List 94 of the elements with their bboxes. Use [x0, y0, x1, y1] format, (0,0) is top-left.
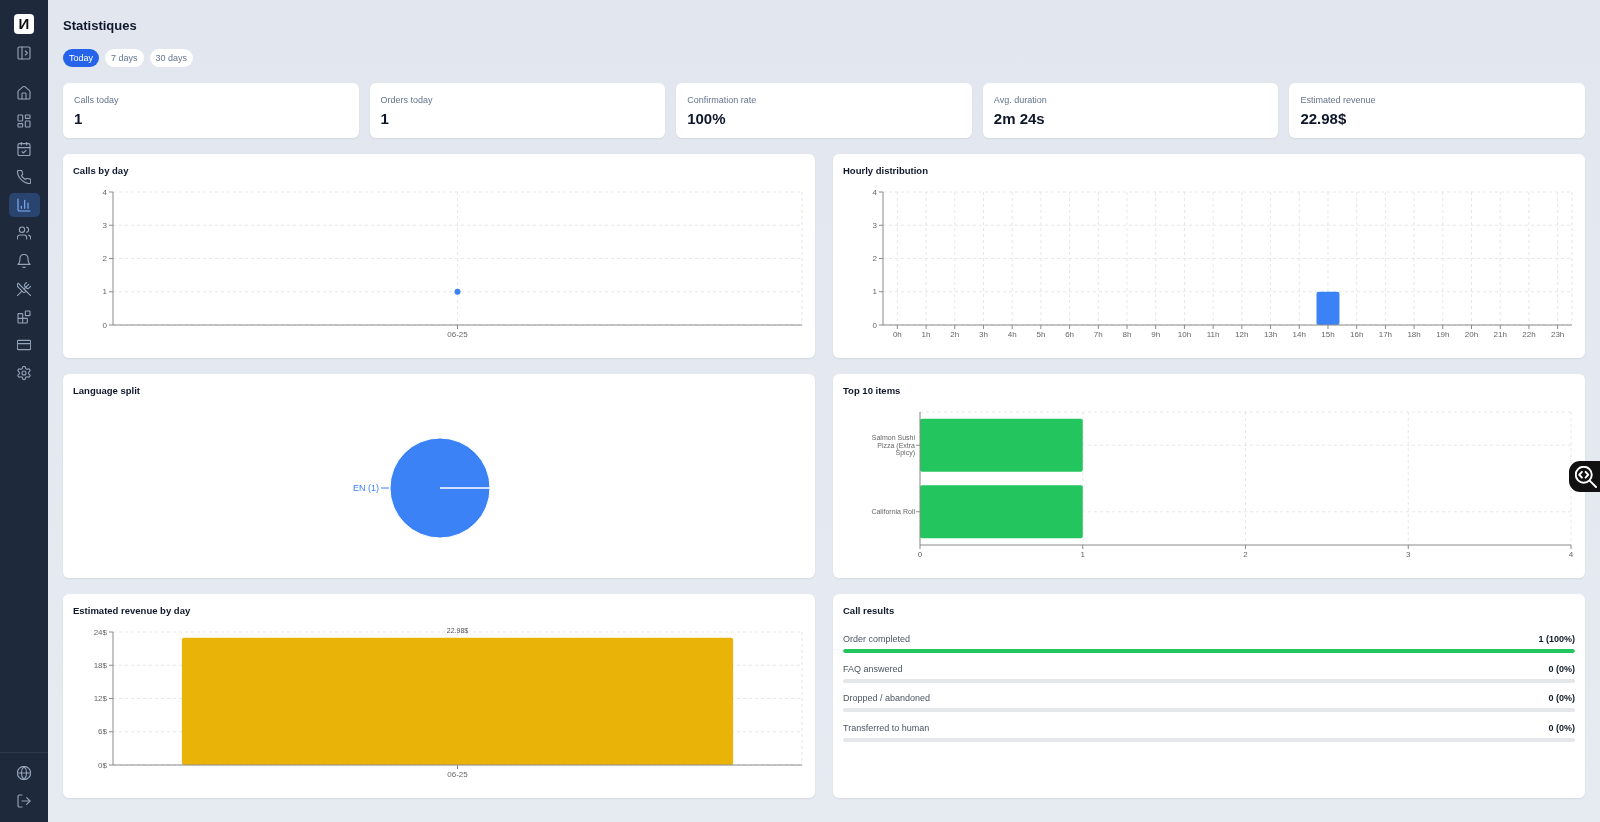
- result-label: Dropped / abandoned: [843, 693, 931, 704]
- axis-tick-label: 2h: [950, 329, 960, 339]
- sidebar-nav-button[interactable]: [8, 193, 40, 217]
- bar-chart-icon: [17, 198, 31, 212]
- panel-title: Estimated revenue by day: [73, 604, 191, 618]
- period-tab[interactable]: 7 days: [105, 49, 144, 67]
- result-label: Order completed: [843, 634, 911, 644]
- slice-label: EN (1): [353, 483, 379, 493]
- axis-tick-label: 3: [102, 220, 107, 230]
- axis-tick-label: 1: [1080, 549, 1085, 559]
- axis-tick-label: 24$: [93, 627, 107, 637]
- calendar-check-icon: [17, 142, 31, 156]
- stat-value: 1: [74, 109, 83, 128]
- dashboard-grid-icon: [17, 114, 31, 128]
- axis-tick-label: 16h: [1350, 329, 1364, 339]
- axis-tick-label: 6$: [98, 727, 107, 737]
- axis-tick-label: 2: [102, 254, 107, 263]
- phone-icon: [17, 170, 31, 184]
- axis-tick-label: 3: [1406, 549, 1411, 559]
- globe-icon: [17, 766, 31, 780]
- page-title: Statistiques: [63, 17, 137, 35]
- axis-tick-label: 21h: [1493, 329, 1507, 339]
- axis-tick-label: 7h: [1093, 329, 1103, 339]
- credit-card-icon: [17, 338, 31, 352]
- blocks-icon: [17, 310, 31, 324]
- axis-tick-label: 12h: [1235, 329, 1249, 339]
- users-icon: [17, 226, 31, 240]
- axis-tick-label: 0: [872, 320, 877, 330]
- result-value: 0 (0%): [1548, 722, 1575, 733]
- axis-tick-label: 18h: [1407, 329, 1421, 339]
- axis-tick-label: 22h: [1522, 329, 1536, 339]
- axis-tick-label: 5h: [1036, 329, 1046, 339]
- result-label: Transferred to human: [843, 722, 930, 733]
- axis-tick-label: 4: [1568, 549, 1574, 559]
- axis-tick-label: 4: [872, 187, 877, 197]
- stat-value: 1: [380, 109, 389, 128]
- axis-tick-label: 23h: [1550, 329, 1565, 339]
- panel-title: Top 10 items: [843, 384, 901, 398]
- axis-tick-label: 19h: [1436, 329, 1450, 339]
- stat-value: 22.98$: [1300, 109, 1347, 128]
- axis-tick-label: 0h: [892, 329, 902, 339]
- axis-tick-label: 17h: [1378, 329, 1393, 339]
- axis-tick-label: 20h: [1464, 329, 1479, 339]
- floating-inspect-button[interactable]: [1569, 461, 1600, 492]
- axis-tick-label: 14h: [1292, 329, 1306, 339]
- axis-tick-label: 18$: [93, 660, 107, 670]
- axis-tick-label: 9h: [1151, 329, 1161, 339]
- axis-tick-label: 2: [872, 254, 877, 263]
- axis-tick-label: 15h: [1321, 329, 1335, 339]
- axis-tick-label: 11h: [1206, 329, 1220, 339]
- axis-tick-label: 0: [917, 549, 923, 559]
- panel-title: Calls by day: [73, 164, 129, 178]
- panel-title: Call results: [843, 604, 895, 618]
- axis-tick-label: 10h: [1177, 329, 1192, 339]
- leader-line: [380, 487, 390, 489]
- result-value: 0 (0%): [1548, 693, 1575, 704]
- code-search-icon: [1575, 465, 1597, 488]
- axis-tick-label: 3: [872, 220, 877, 230]
- bell-icon: [17, 254, 31, 268]
- result-value: 1 (100%): [1538, 634, 1575, 644]
- axis-tick-label: 0$: [98, 760, 107, 770]
- stat-value: 100%: [687, 109, 726, 128]
- axis-tick-label: 13h: [1263, 329, 1278, 339]
- stat-label: Estimated revenue: [1300, 94, 1376, 106]
- axis-tick-label: 1: [872, 287, 877, 297]
- stat-label: Avg. duration: [993, 94, 1047, 106]
- stat-label: Confirmation rate: [687, 94, 757, 106]
- axis-tick-label: 1h: [921, 329, 931, 339]
- result-label: FAQ answered: [843, 663, 903, 674]
- axis-tick-label: 4: [102, 187, 107, 197]
- axis-tick-label: 6h: [1065, 329, 1075, 339]
- period-tab[interactable]: Today: [63, 49, 100, 67]
- crossed-utensils-icon: [17, 282, 31, 296]
- home-icon: [17, 86, 31, 100]
- period-tab[interactable]: 30 days: [149, 49, 194, 67]
- axis-tick-label: 12$: [93, 694, 107, 703]
- axis-tick-label: 06-25: [447, 769, 468, 779]
- axis-tick-label: 06-25: [447, 329, 468, 339]
- axis-tick-label: 2: [1243, 549, 1248, 559]
- panel-title: Hourly distribution: [843, 164, 928, 178]
- stat-value: 2m 24s: [993, 109, 1045, 128]
- axis-tick-label: 0: [102, 320, 107, 330]
- axis-tick-label: 8h: [1122, 329, 1132, 339]
- result-value: 0 (0%): [1548, 663, 1575, 674]
- axis-tick-label: 1: [102, 287, 107, 297]
- app-logo: И: [14, 14, 34, 34]
- settings-icon: [17, 366, 31, 380]
- axis-tick-label: 4h: [1007, 329, 1017, 339]
- panel-toggle-icon: [17, 46, 31, 60]
- stat-label: Calls today: [74, 94, 119, 106]
- logout-icon: [17, 794, 31, 808]
- panel-title: Language split: [73, 384, 141, 398]
- axis-tick-label: 3h: [979, 329, 988, 339]
- stat-label: Orders today: [380, 94, 433, 106]
